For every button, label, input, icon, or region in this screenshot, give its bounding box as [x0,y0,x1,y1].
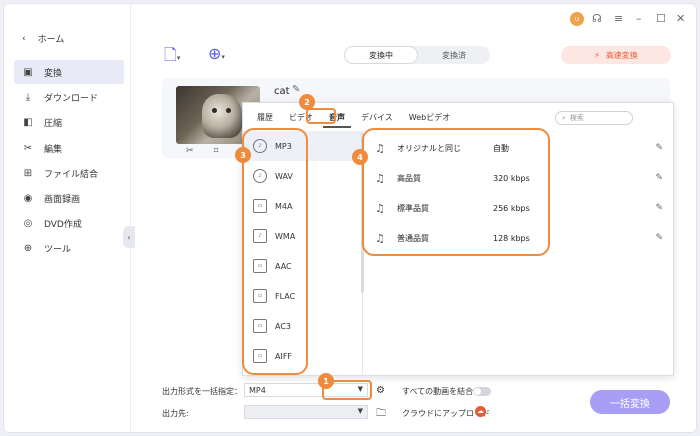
scissors-icon: ✂ [23,142,33,154]
folder-icon[interactable]: 🗀 [376,406,386,423]
merge-toggle[interactable] [473,387,491,396]
tab-device[interactable]: デバイス [355,109,399,128]
maximize-icon[interactable]: ☐ [656,12,666,25]
card-tools: ✂ ⌗ [186,146,219,156]
conversion-tabs: 変換中 変換済 [344,46,490,64]
popup-tabs: 履歴 ビデオ 音声 デバイス Webビデオ [251,109,456,128]
crop-icon[interactable]: ⌗ [214,146,219,156]
compress-icon: ◧ [23,116,33,128]
output-path-select[interactable]: ▼ [244,405,368,419]
chevron-left-icon: ‹ [22,33,26,44]
annotation-badge: 4 [352,149,368,165]
fast-convert-button[interactable]: ⚡ 高速変換 [561,46,671,64]
sidebar-item-convert[interactable]: ▣ 変換 [14,60,124,84]
edit-icon[interactable]: ✎ [655,143,663,153]
home-link[interactable]: ‹ ホーム [22,32,65,46]
sidebar: ‹ ホーム ▣ 変換 ⤓ ダウンロード ◧ 圧縮 ✂ 編集 ⊞ ファイル結合 ◉… [4,4,131,432]
chevron-down-icon: ▼ [357,407,363,415]
file-name: cat [274,86,290,97]
add-media-button[interactable]: ⊕▾ [208,44,225,63]
sidebar-item-label: ファイル結合 [44,169,99,180]
edit-icon[interactable]: ✎ [655,203,663,213]
chevron-down-icon: ▾ [221,53,225,61]
home-label: ホーム [37,35,65,45]
output-path-label: 出力先: [162,409,189,418]
cloud-icon: ☁ [475,406,486,417]
edit-icon[interactable]: ✎ [292,84,300,95]
sidebar-item-label: 変換 [44,68,63,79]
scissors-icon[interactable]: ✂ [186,146,194,156]
settings-icon[interactable]: ⚙ [376,385,385,396]
add-media-icon: ⊕ [208,44,222,63]
tab-history[interactable]: 履歴 [251,109,279,128]
download-icon: ⤓ [25,91,31,103]
add-file-icon: 🗋 [164,45,177,64]
search-icon: ⌕ [562,113,566,122]
sidebar-item-dvd[interactable]: ◎ DVD作成 [14,211,124,235]
sidebar-item-label: ダウンロード [44,93,99,104]
output-format-label: 出力形式を一括指定： [162,387,242,396]
merge-label: すべての動画を結合 [402,387,474,396]
sidebar-item-record[interactable]: ◉ 画面録画 [14,186,124,210]
sidebar-item-download[interactable]: ⤓ ダウンロード [14,85,124,109]
avatar[interactable]: u [570,12,584,26]
annotation-box-audio-tab [306,108,336,124]
sidebar-item-label: 画面録画 [44,194,81,205]
dvd-icon: ◎ [23,217,33,229]
sidebar-item-label: DVD作成 [44,219,82,230]
edit-icon[interactable]: ✎ [655,233,663,243]
lightning-icon: ⚡ [594,50,600,60]
chevron-down-icon: ▾ [176,54,181,62]
annotation-badge: 3 [235,147,251,163]
annotation-badge: 1 [318,373,334,389]
tools-icon: ⊕ [23,242,33,254]
sidebar-item-merge[interactable]: ⊞ ファイル結合 [14,161,124,185]
record-icon: ◉ [23,192,33,204]
tab-web-video[interactable]: Webビデオ [403,109,456,128]
sidebar-collapse-button[interactable]: ‹ [123,226,135,248]
search-input[interactable]: ⌕ 検索 [555,111,633,125]
edit-icon[interactable]: ✎ [655,173,663,183]
annotation-box-formats [242,128,308,375]
sidebar-item-label: 編集 [44,144,63,155]
sidebar-item-edit[interactable]: ✂ 編集 [14,136,124,160]
annotation-badge: 2 [299,94,315,110]
convert-all-button[interactable]: 一括変換 [590,390,670,414]
sidebar-item-compress[interactable]: ◧ 圧縮 [14,110,124,134]
annotation-box-qualities [362,128,550,256]
sidebar-item-label: 圧縮 [44,118,63,129]
chevron-left-icon: ‹ [127,232,131,242]
merge-icon: ⊞ [23,167,33,179]
menu-icon[interactable]: ≡ [614,12,623,25]
app-window: ‹ ホーム ▣ 変換 ⤓ ダウンロード ◧ 圧縮 ✂ 編集 ⊞ ファイル結合 ◉… [3,3,697,433]
add-file-button[interactable]: 🗋▾ [164,44,180,71]
convert-icon: ▣ [23,66,33,78]
sidebar-item-label: ツール [44,244,72,255]
tab-converting[interactable]: 変換中 [344,46,418,64]
headset-icon[interactable]: ☊ [592,12,602,25]
close-icon[interactable]: ✕ [676,12,685,25]
tab-converted[interactable]: 変換済 [418,46,490,64]
minimize-icon[interactable]: – [636,12,642,25]
sidebar-item-tools[interactable]: ⊕ ツール [14,236,124,260]
